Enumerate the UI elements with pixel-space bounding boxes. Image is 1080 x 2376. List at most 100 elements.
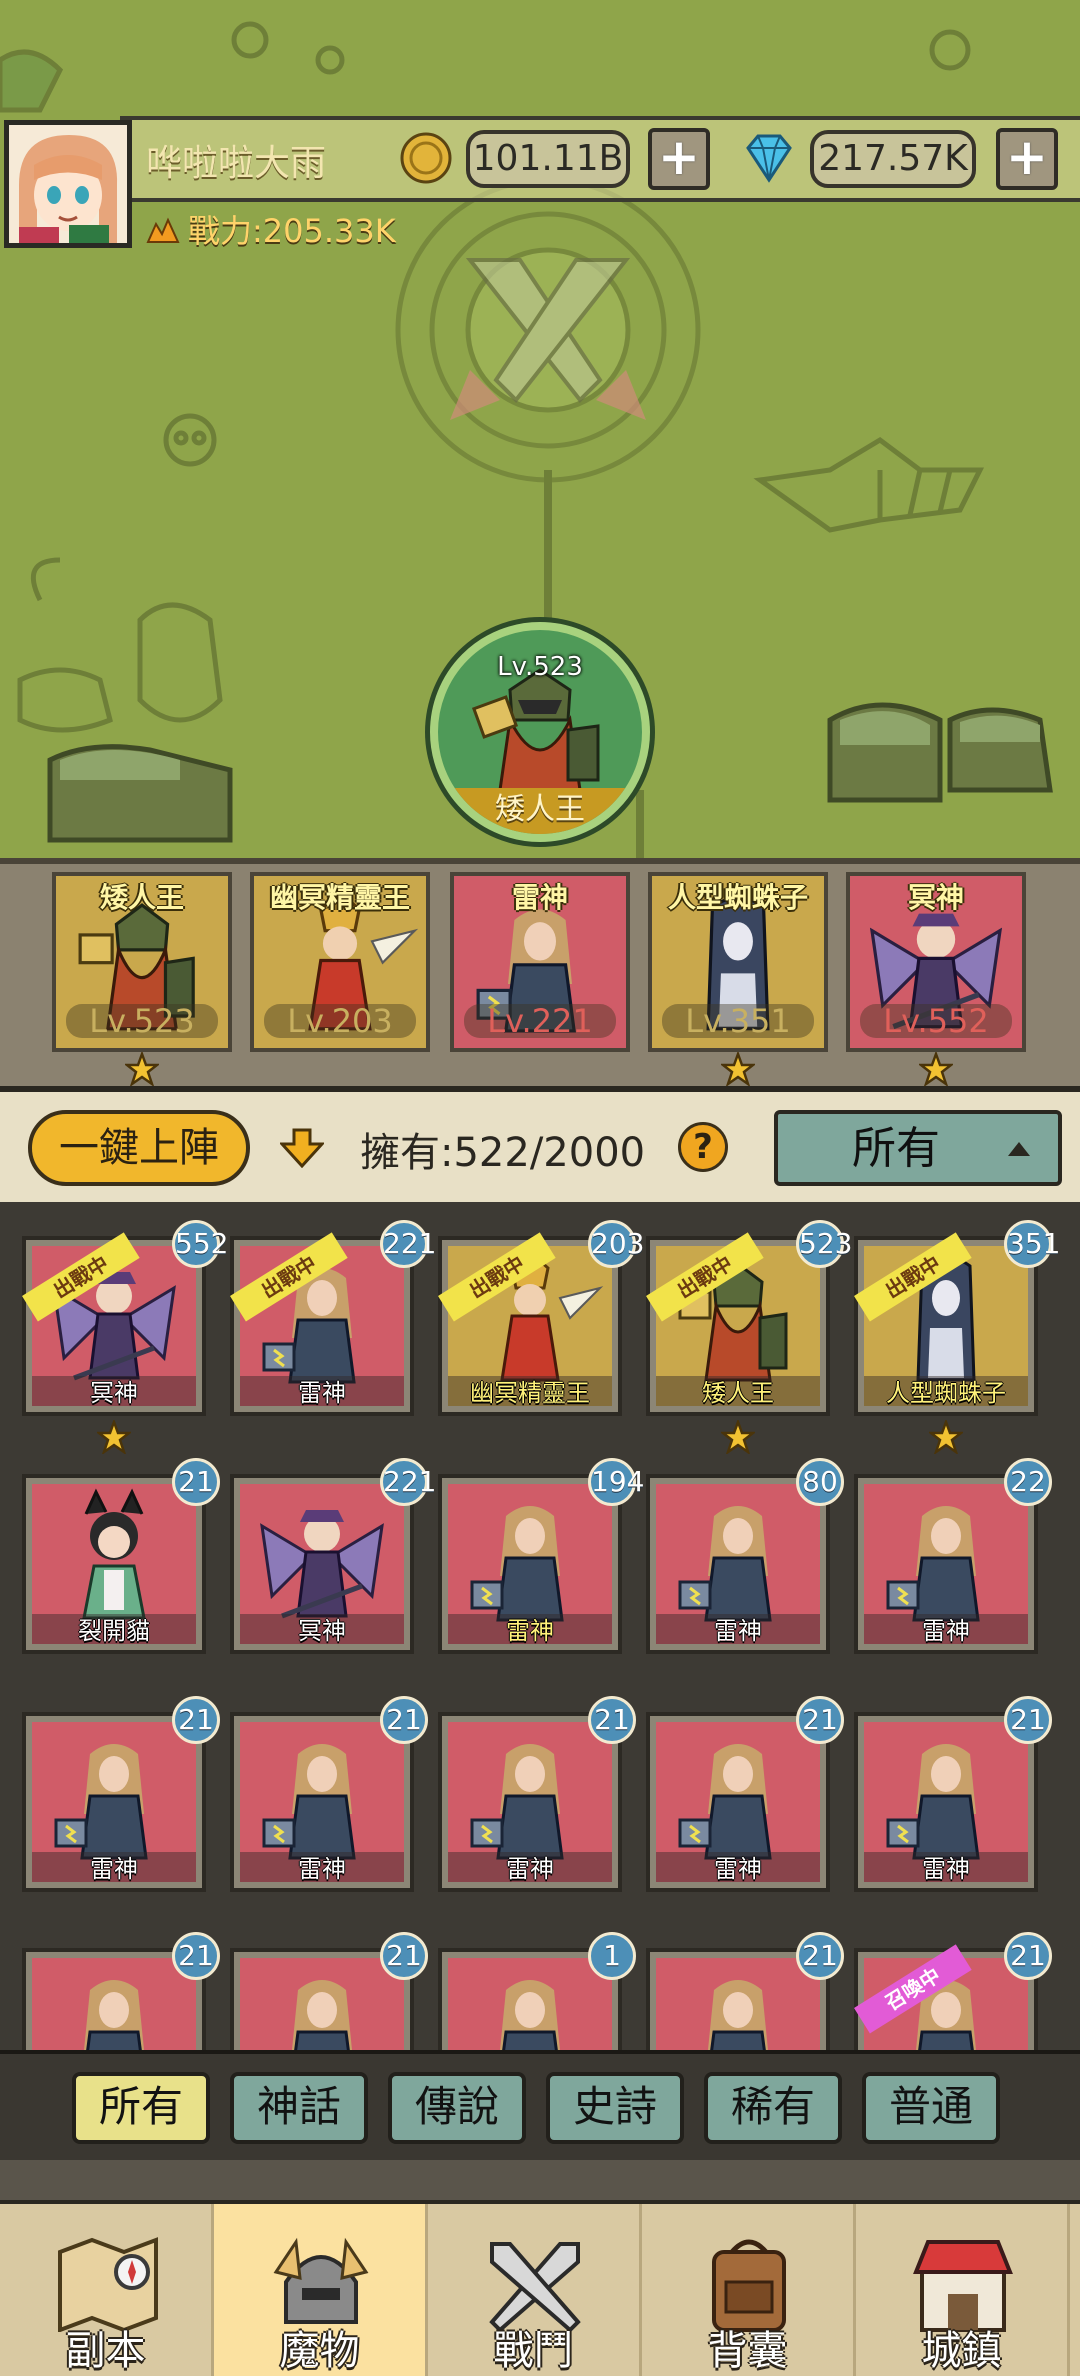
- lineup-monster-name: 冥神: [907, 881, 964, 914]
- monster-count-badge: 221: [380, 1458, 436, 1506]
- thunder-god-icon: [84, 1980, 144, 2050]
- add-gold-button[interactable]: +: [648, 128, 710, 190]
- monster-card[interactable]: 冥神: [230, 1474, 414, 1654]
- nav-tab-label: 城鎮: [921, 2328, 1002, 2374]
- add-gems-button[interactable]: +: [996, 128, 1058, 190]
- monster-card[interactable]: 裂開貓: [22, 1474, 206, 1654]
- diamond-icon: [746, 134, 792, 183]
- lineup-star-icon: [721, 1052, 755, 1086]
- monster-count-badge: 221: [380, 1220, 436, 1268]
- collection-controls: 一鍵上陣 擁有:522/2000 ? 所有: [0, 1086, 1080, 1208]
- lineup-monster-level: Lv.523: [66, 1004, 218, 1038]
- monster-name: 雷神: [506, 1617, 554, 1645]
- monster-name: 雷神: [298, 1855, 346, 1883]
- lineup-slot[interactable]: 人型蜘蛛子 Lv.351: [648, 872, 828, 1052]
- backpack-icon: [712, 2239, 786, 2332]
- lineup-monster-name: 人型蜘蛛子: [667, 881, 808, 914]
- monster-count-badge: 203: [588, 1220, 644, 1268]
- monster-card[interactable]: 雷神: [854, 1474, 1038, 1654]
- nav-tab[interactable]: 戰鬥: [428, 2204, 642, 2376]
- monster-card[interactable]: 雷神: [438, 1474, 622, 1654]
- nav-tab-label: 魔物: [279, 2328, 360, 2374]
- player-avatar[interactable]: [4, 120, 132, 248]
- monster-card[interactable]: 雷神: [438, 1712, 622, 1892]
- thunder-god-icon: [708, 1980, 768, 2050]
- lineup-monster-level: Lv.552: [860, 1004, 1012, 1038]
- monster-card[interactable]: 雷神: [854, 1712, 1038, 1892]
- player-status-bar: 哗啦啦大雨 戰力:205.33K 101.11B + 217.57K +: [0, 116, 1080, 252]
- stage-boss[interactable]: Lv.523 矮人王: [430, 622, 650, 842]
- monster-name: 雷神: [714, 1617, 762, 1645]
- monster-count-badge: 21: [172, 1932, 220, 1980]
- lineup-slot[interactable]: 矮人王 Lv.523: [52, 872, 232, 1052]
- nav-tab[interactable]: 背囊: [642, 2204, 856, 2376]
- combat-power-value: 戰力:205.33K: [188, 212, 396, 250]
- monster-name: 雷神: [922, 1855, 970, 1883]
- nav-divider: [0, 2160, 1080, 2202]
- lineup-slot[interactable]: 雷神 Lv.221: [450, 872, 630, 1052]
- lineup-star-icon: [125, 1052, 159, 1086]
- lineup-monster-name: 雷神: [511, 881, 568, 914]
- help-button[interactable]: ?: [678, 1122, 728, 1172]
- monster-card[interactable]: 雷神: [646, 1474, 830, 1654]
- monster-name: 雷神: [90, 1855, 138, 1883]
- lineup-slot[interactable]: 幽冥精靈王 Lv.203: [250, 872, 430, 1052]
- monster-name: 雷神: [506, 1855, 554, 1883]
- gold-amount: 101.11B: [466, 130, 630, 188]
- filter-dropdown[interactable]: 所有: [774, 1110, 1062, 1186]
- monster-count-badge: 80: [796, 1458, 844, 1506]
- monster-name: 雷神: [922, 1617, 970, 1645]
- nav-tab[interactable]: 城鎮: [856, 2204, 1070, 2376]
- monster-name: 冥神: [90, 1379, 138, 1407]
- nav-tab[interactable]: 副本: [0, 2204, 214, 2376]
- monster-count-badge: 21: [1004, 1932, 1052, 1980]
- nav-tab-label: 副本: [65, 2328, 146, 2374]
- thunder-god-icon: [500, 1980, 560, 2050]
- dropdown-triangle-icon: [1008, 1142, 1030, 1156]
- monster-count-badge: 21: [380, 1932, 428, 1980]
- gem-amount: 217.57K: [810, 130, 976, 188]
- rarity-tab[interactable]: 神話: [230, 2072, 368, 2144]
- avatar-portrait-icon: [9, 125, 127, 243]
- monster-name: 裂開貓: [78, 1617, 150, 1645]
- power-icon: [146, 217, 180, 243]
- monster-count-badge: 552: [172, 1220, 228, 1268]
- monster-count-badge: 21: [172, 1458, 220, 1506]
- rarity-tab[interactable]: 所有: [72, 2072, 210, 2144]
- monster-card[interactable]: 冥神 出戰中: [22, 1232, 206, 1416]
- monster-count-badge: 194: [588, 1458, 644, 1506]
- monster-card[interactable]: 幽冥精靈王 出戰中: [438, 1232, 622, 1416]
- monster-count-badge: 21: [796, 1696, 844, 1744]
- rarity-tab[interactable]: 史詩: [546, 2072, 684, 2144]
- monster-card[interactable]: 雷神: [646, 1712, 830, 1892]
- rarity-tab[interactable]: 傳說: [388, 2072, 526, 2144]
- sort-down-arrow-icon[interactable]: [280, 1128, 324, 1168]
- nav-tab[interactable]: 魔物: [214, 2204, 428, 2376]
- rarity-tab[interactable]: 普通: [862, 2072, 1000, 2144]
- monster-card[interactable]: 矮人王 出戰中: [646, 1232, 830, 1416]
- lineup-slot[interactable]: 冥神 Lv.552: [846, 872, 1026, 1052]
- monster-name: 冥神: [298, 1617, 346, 1645]
- nav-tab-label: 背囊: [707, 2328, 788, 2374]
- monster-card[interactable]: 雷神: [230, 1712, 414, 1892]
- monster-name: 幽冥精靈王: [470, 1379, 590, 1407]
- lineup-star-icon: [919, 1052, 953, 1086]
- monster-count-badge: 351: [1004, 1220, 1060, 1268]
- crossed-swords-icon: [489, 2242, 581, 2332]
- game-screen: { "player": { "name": "哗啦啦大雨", "power": …: [0, 0, 1080, 2376]
- monster-count-badge: 21: [588, 1696, 636, 1744]
- map-icon: [58, 2237, 158, 2332]
- player-name: 哗啦啦大雨: [146, 143, 327, 184]
- lineup-monster-level: Lv.351: [662, 1004, 814, 1038]
- rarity-tab[interactable]: 稀有: [704, 2072, 842, 2144]
- monster-card[interactable]: 雷神: [22, 1712, 206, 1892]
- monster-count-badge: 21: [1004, 1696, 1052, 1744]
- monster-count-badge: 21: [380, 1696, 428, 1744]
- lineup-monster-level: Lv.221: [464, 1004, 616, 1038]
- auto-deploy-button[interactable]: 一鍵上陣: [28, 1110, 250, 1186]
- battle-lineup: 矮人王 Lv.523 幽冥精靈王 Lv.203 雷神 Lv.221 人型蜘蛛子 Lv.351 冥…: [0, 858, 1080, 1096]
- monster-count-badge: 21: [796, 1932, 844, 1980]
- monster-card[interactable]: 雷神 出戰中: [230, 1232, 414, 1416]
- favorite-star-icon: [97, 1420, 131, 1454]
- monster-card[interactable]: 人型蜘蛛子 出戰中: [854, 1232, 1038, 1416]
